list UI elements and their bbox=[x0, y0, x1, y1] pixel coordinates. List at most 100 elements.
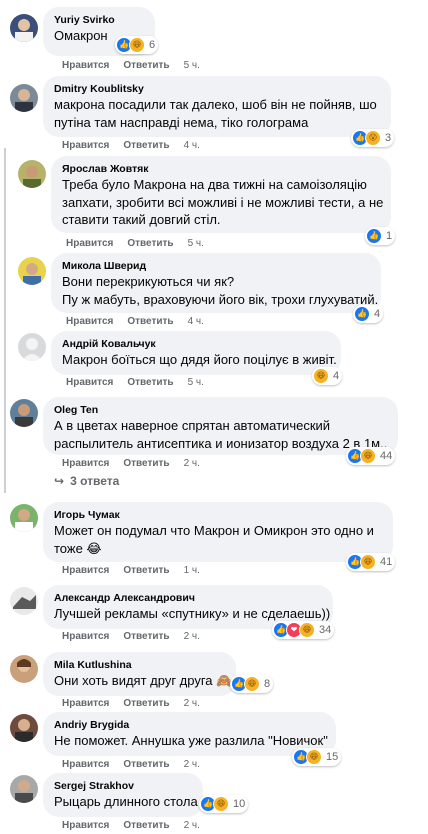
comment-bubble: Dmitry Koublitsky макрона посадили так д… bbox=[43, 76, 391, 137]
like-link[interactable]: Нравится bbox=[66, 377, 113, 388]
avatar[interactable] bbox=[10, 504, 38, 532]
reply-link[interactable]: Ответить bbox=[127, 377, 173, 388]
reply-link[interactable]: Ответить bbox=[123, 631, 169, 642]
comment-author[interactable]: Микола Шверид bbox=[62, 259, 370, 273]
comment-text: Рыцарь длинного стола bbox=[54, 794, 198, 809]
comment-author[interactable]: Андрій Ковальчук bbox=[62, 337, 330, 351]
reaction-badge[interactable]: 👍 1 bbox=[365, 227, 396, 245]
comment-bubble: Микола Шверид Вони перекрикуються чи як?… bbox=[51, 253, 381, 313]
like-reaction-icon: 👍 bbox=[366, 228, 382, 244]
comment-time[interactable]: 5 ч. bbox=[188, 377, 204, 388]
comment-author[interactable]: Mila Kutlushina bbox=[54, 658, 225, 672]
comment-text: Вони перекрикуються чи як? Пу ж мабуть, в… bbox=[62, 274, 379, 307]
reaction-count: 41 bbox=[380, 556, 393, 568]
reaction-badge[interactable]: 👍 😆 15 bbox=[292, 748, 342, 766]
avatar[interactable] bbox=[10, 655, 38, 683]
haha-reaction-icon: 😆 bbox=[244, 676, 260, 692]
comment-bubble: Игорь Чумак Может он подумал что Макрон … bbox=[43, 502, 393, 562]
comment-bubble: Ярослав Жовтяк Треба було Макрона на два… bbox=[51, 156, 391, 233]
reply-link[interactable]: Ответить bbox=[123, 60, 169, 71]
reaction-badge[interactable]: 👍 4 bbox=[353, 305, 384, 323]
comment-text: Треба було Макрона на два тижні на самоі… bbox=[62, 177, 384, 227]
comment-text: Лучшей рекламы «спутнику» и не сделаешь)… bbox=[54, 606, 331, 621]
reply-link[interactable]: Ответить bbox=[127, 316, 173, 327]
avatar[interactable] bbox=[10, 587, 38, 615]
reaction-count: 15 bbox=[326, 751, 339, 763]
avatar[interactable] bbox=[10, 714, 38, 742]
wow-reaction-icon: 😮 bbox=[365, 130, 381, 146]
like-link[interactable]: Нравится bbox=[66, 316, 113, 327]
comment-time[interactable]: 2 ч. bbox=[184, 759, 200, 770]
like-link[interactable]: Нравится bbox=[62, 820, 109, 831]
comment-time[interactable]: 5 ч. bbox=[188, 238, 204, 249]
like-link[interactable]: Нравится bbox=[62, 60, 109, 71]
comment-bubble: Андрій Ковальчук Макрон боїться що дядя … bbox=[51, 331, 341, 375]
view-replies-link[interactable]: ↪ 3 ответа bbox=[54, 474, 119, 488]
reply-link[interactable]: Ответить bbox=[123, 458, 169, 469]
reaction-badge[interactable]: 👍 😆 44 bbox=[346, 447, 396, 465]
reaction-count: 8 bbox=[264, 678, 271, 690]
reply-link[interactable]: Ответить bbox=[123, 820, 169, 831]
haha-reaction-icon: 😆 bbox=[360, 554, 376, 570]
comment-author[interactable]: Andriy Brygida bbox=[54, 718, 325, 732]
comment-author[interactable]: Игорь Чумак bbox=[54, 508, 382, 522]
comment-time[interactable]: 4 ч. bbox=[184, 140, 200, 151]
comment-text: Макрон боїться що дядя його поцілує в жи… bbox=[62, 352, 337, 367]
reaction-badge[interactable]: 👍 😆 10 bbox=[199, 795, 249, 813]
avatar[interactable] bbox=[10, 84, 38, 112]
comment-author[interactable]: Sergej Strakhov bbox=[54, 779, 192, 793]
like-link[interactable]: Нравится bbox=[62, 698, 109, 709]
comment-text: А в цветах наверное спрятан автоматическ… bbox=[54, 418, 388, 451]
reaction-badge[interactable]: 👍 😆 8 bbox=[230, 675, 274, 693]
haha-reaction-icon: 😆 bbox=[299, 622, 315, 638]
avatar[interactable] bbox=[18, 257, 46, 285]
comment-time[interactable]: 4 ч. bbox=[188, 316, 204, 327]
reaction-count: 4 bbox=[333, 370, 340, 382]
comment-text: Не поможет. Аннушка уже разлила "Новичок… bbox=[54, 733, 328, 748]
like-link[interactable]: Нравится bbox=[62, 565, 109, 576]
haha-reaction-icon: 😆 bbox=[313, 368, 329, 384]
comment-author[interactable]: Dmitry Koublitsky bbox=[54, 82, 380, 96]
haha-reaction-icon: 😆 bbox=[213, 796, 229, 812]
reply-link[interactable]: Ответить bbox=[127, 238, 173, 249]
like-link[interactable]: Нравится bbox=[62, 458, 109, 469]
comment-bubble: Mila Kutlushina Они хоть видят друг друг… bbox=[43, 652, 236, 696]
avatar[interactable] bbox=[18, 160, 46, 188]
avatar[interactable] bbox=[18, 333, 46, 361]
comment-time[interactable]: 2 ч. bbox=[184, 698, 200, 709]
reaction-count: 10 bbox=[233, 798, 246, 810]
comment-time[interactable]: 1 ч. bbox=[184, 565, 200, 576]
comment-bubble: Oleg Ten А в цветах наверное спрятан авт… bbox=[43, 397, 398, 455]
avatar[interactable] bbox=[10, 14, 38, 42]
comment-author[interactable]: Ярослав Жовтяк bbox=[62, 162, 380, 176]
reaction-count: 34 bbox=[319, 624, 332, 636]
reaction-badge[interactable]: 👍 😆 41 bbox=[346, 553, 396, 571]
comment-text: макрона посадили так далеко, шоб він не … bbox=[54, 97, 377, 130]
reply-link[interactable]: Ответить bbox=[123, 565, 169, 576]
comment-time[interactable]: 2 ч. bbox=[184, 820, 200, 831]
avatar[interactable] bbox=[10, 399, 38, 427]
comment-author[interactable]: Yuriy Svirko bbox=[54, 13, 144, 27]
comment-author[interactable]: Oleg Ten bbox=[54, 403, 387, 417]
comment-text: Они хоть видят друг друга 🙈 bbox=[54, 673, 233, 688]
reply-link[interactable]: Ответить bbox=[123, 698, 169, 709]
reply-link[interactable]: Ответить bbox=[123, 140, 169, 151]
avatar[interactable] bbox=[10, 775, 38, 803]
thread-line bbox=[4, 148, 6, 493]
comment-time[interactable]: 2 ч. bbox=[184, 458, 200, 469]
haha-reaction-icon: 😆 bbox=[360, 448, 376, 464]
reaction-badge[interactable]: 😆 4 bbox=[312, 367, 343, 385]
haha-reaction-icon: 😆 bbox=[129, 37, 145, 53]
reaction-badge[interactable]: 👍 ❤ 😆 34 bbox=[272, 621, 335, 639]
comment-author[interactable]: Александр Александрович bbox=[54, 591, 322, 605]
reaction-badge[interactable]: 👍 😆 6 bbox=[115, 36, 159, 54]
like-link[interactable]: Нравится bbox=[62, 631, 109, 642]
reaction-badge[interactable]: 👍 😮 3 bbox=[351, 129, 395, 147]
like-link[interactable]: Нравится bbox=[62, 759, 109, 770]
like-link[interactable]: Нравится bbox=[66, 238, 113, 249]
like-link[interactable]: Нравится bbox=[62, 140, 109, 151]
comment-time[interactable]: 2 ч. bbox=[184, 631, 200, 642]
comment-time[interactable]: 5 ч. bbox=[184, 60, 200, 71]
reply-link[interactable]: Ответить bbox=[123, 759, 169, 770]
like-reaction-icon: 👍 bbox=[354, 306, 370, 322]
